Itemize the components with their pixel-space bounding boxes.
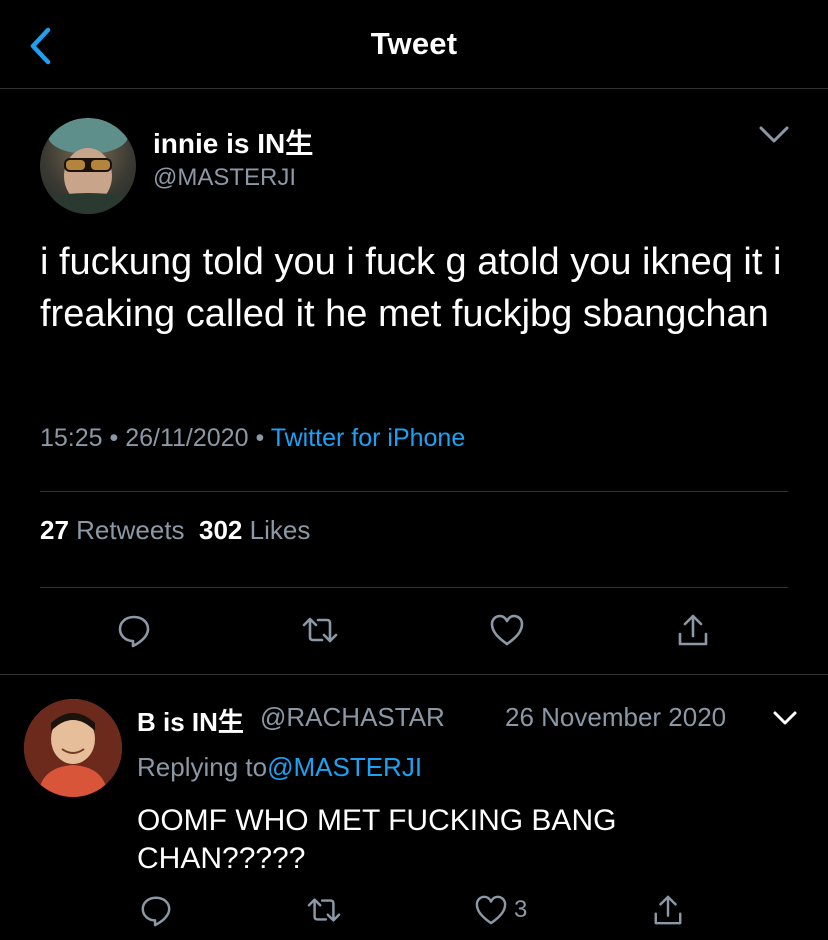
reply-text: OOMF WHO MET FUCKING BANG CHAN????? — [137, 804, 617, 875]
tweet-menu-button[interactable] — [752, 115, 796, 155]
retweets-count: 27 — [40, 515, 69, 545]
likes-stat[interactable]: 302 Likes — [199, 515, 310, 545]
retweet-button[interactable] — [296, 606, 344, 654]
retweets-stat[interactable]: 27 Retweets — [40, 515, 185, 545]
reply-icon — [118, 615, 150, 648]
meta-separator: • — [102, 424, 126, 452]
meta-separator: • — [248, 424, 271, 452]
divider — [40, 587, 788, 588]
tweet-meta: 15:25 • 26/11/2020 • Twitter for iPhone — [40, 424, 465, 453]
avatar[interactable] — [24, 699, 122, 797]
likes-count: 302 — [199, 515, 243, 545]
section-divider — [0, 674, 828, 675]
like-icon — [475, 895, 507, 925]
share-icon — [678, 614, 708, 646]
page-title: Tweet — [370, 26, 458, 61]
reply-author-display-name[interactable]: B is IN生 — [137, 702, 244, 739]
divider — [40, 491, 788, 492]
likes-label: Likes — [249, 515, 311, 545]
reply-menu-button[interactable] — [768, 702, 802, 734]
author-display-name[interactable]: innie is IN生 — [153, 122, 313, 162]
tweet-stats: 27 Retweets 302 Likes — [40, 515, 310, 546]
like-button[interactable] — [483, 606, 531, 654]
tweet-time: 15:25 — [40, 424, 103, 452]
top-nav-bar: Tweet — [0, 0, 828, 89]
tweet-text: i fuckung told you i fuck g atold you ik… — [40, 241, 782, 335]
reply-retweet-button[interactable] — [300, 886, 348, 934]
retweet-icon — [307, 898, 341, 922]
reply-date[interactable]: 26 November 2020 — [505, 702, 726, 733]
author-handle[interactable]: @MASTERJI — [153, 164, 296, 192]
chevron-down-icon — [773, 711, 797, 725]
reply-reply-button[interactable] — [132, 886, 180, 934]
replying-prefix: Replying to — [137, 752, 268, 782]
reply-like-count: 3 — [514, 896, 528, 923]
replying-to: Replying to@MASTERJI — [137, 752, 422, 783]
replying-to-mention[interactable]: @MASTERJI — [267, 752, 422, 782]
reply-author-handle[interactable]: @RACHASTAR — [260, 702, 445, 733]
like-icon — [490, 614, 524, 646]
reply-icon — [141, 896, 171, 927]
retweet-icon — [302, 617, 338, 643]
chevron-down-icon — [759, 126, 789, 143]
tweet-source-link[interactable]: Twitter for iPhone — [271, 424, 466, 452]
tweet-date: 26/11/2020 — [125, 424, 249, 452]
reply-share-button[interactable] — [644, 886, 692, 934]
retweets-label: Retweets — [76, 515, 185, 545]
avatar[interactable] — [40, 118, 136, 214]
reply-button[interactable] — [110, 606, 158, 654]
share-icon — [654, 895, 682, 925]
reply-like-button[interactable]: 3 — [474, 886, 554, 934]
share-button[interactable] — [669, 606, 717, 654]
